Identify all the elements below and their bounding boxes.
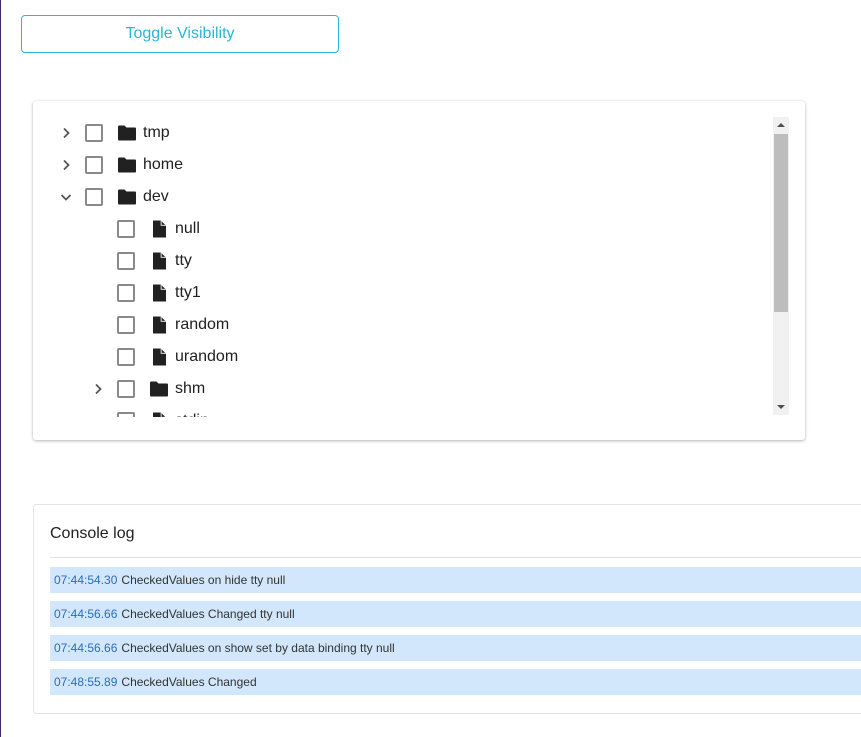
node-label: tmp <box>143 124 170 141</box>
log-timestamp: 07:48:55.89 <box>54 675 118 689</box>
node-checkbox[interactable] <box>117 348 135 366</box>
tree-scrollbar[interactable] <box>773 117 789 415</box>
log-entry: 07:44:54.30 CheckedValues on hide tty nul… <box>50 567 861 593</box>
tree-node-dev[interactable]: dev <box>58 181 169 213</box>
file-icon <box>149 315 169 335</box>
node-label: tty <box>175 252 192 269</box>
chevron-right-icon[interactable] <box>58 125 74 141</box>
node-label: urandom <box>175 348 239 365</box>
chevron-down-icon[interactable] <box>58 189 74 205</box>
console-divider <box>50 557 861 558</box>
tree-viewport[interactable]: tmp home devnull tty tty1 random urandom shm std… <box>33 117 773 417</box>
tree-node-tmp[interactable]: tmp <box>58 117 170 149</box>
log-timestamp: 07:44:56.66 <box>54 641 118 655</box>
toggle-visibility-button[interactable]: Toggle Visibility <box>21 15 339 53</box>
tree-node-stdin[interactable]: stdin <box>90 405 209 417</box>
tree-node-tty[interactable]: tty <box>90 245 192 277</box>
node-checkbox[interactable] <box>117 220 135 238</box>
node-checkbox[interactable] <box>117 316 135 334</box>
node-checkbox[interactable] <box>85 156 103 174</box>
node-label: shm <box>175 380 206 397</box>
log-entry: 07:44:56.66 CheckedValues Changed tty nul… <box>50 601 861 627</box>
node-checkbox[interactable] <box>117 412 135 417</box>
tree-node-tty1[interactable]: tty1 <box>90 277 201 309</box>
chevron-right-icon[interactable] <box>90 381 106 397</box>
console-title: Console log <box>50 525 135 542</box>
log-message: CheckedValues Changed <box>121 675 257 689</box>
scroll-up-arrow-icon[interactable] <box>773 117 789 133</box>
log-message: CheckedValues Changed tty null <box>121 607 295 621</box>
folder-icon <box>117 155 137 175</box>
window-edge <box>0 0 1 737</box>
chevron-right-icon[interactable] <box>58 157 74 173</box>
node-label: home <box>143 156 184 173</box>
tree-view-panel: tmp home devnull tty tty1 random urandom shm std… <box>33 101 805 440</box>
node-label: dev <box>143 188 169 205</box>
node-checkbox[interactable] <box>85 124 103 142</box>
log-entry: 07:44:56.66 CheckedValues on show set by … <box>50 635 861 661</box>
console-log-panel: Console log 07:44:54.30 CheckedValues on … <box>33 504 861 714</box>
file-icon <box>149 411 169 417</box>
file-icon <box>149 347 169 367</box>
folder-icon <box>117 187 137 207</box>
scrollbar-thumb[interactable] <box>774 134 788 312</box>
tree-node-shm[interactable]: shm <box>90 373 205 405</box>
node-label: stdin <box>175 412 209 417</box>
scroll-down-arrow-icon[interactable] <box>773 399 789 415</box>
tree-node-urandom[interactable]: urandom <box>90 341 238 373</box>
node-label: random <box>175 316 230 333</box>
node-label: null <box>175 220 200 237</box>
folder-icon <box>149 379 169 399</box>
node-checkbox[interactable] <box>85 188 103 206</box>
tree-node-random[interactable]: random <box>90 309 229 341</box>
log-timestamp: 07:44:54.30 <box>54 573 118 587</box>
tree-node-null[interactable]: null <box>90 213 200 245</box>
node-checkbox[interactable] <box>117 284 135 302</box>
node-label: tty1 <box>175 284 201 301</box>
log-entry: 07:48:55.89 CheckedValues Changed <box>50 669 861 695</box>
tree-node-home[interactable]: home <box>58 149 183 181</box>
log-message: CheckedValues on show set by data bindin… <box>121 641 395 655</box>
folder-icon <box>117 123 137 143</box>
log-timestamp: 07:44:56.66 <box>54 607 118 621</box>
file-icon <box>149 251 169 271</box>
file-icon <box>149 219 169 239</box>
log-message: CheckedValues on hide tty null <box>121 573 286 587</box>
node-checkbox[interactable] <box>117 380 135 398</box>
node-checkbox[interactable] <box>117 252 135 270</box>
file-icon <box>149 283 169 303</box>
